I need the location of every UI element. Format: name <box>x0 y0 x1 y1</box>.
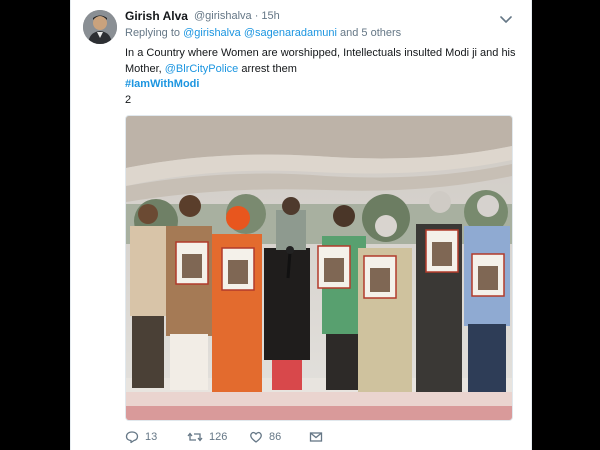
replying-to-label: Replying to <box>125 27 181 39</box>
direct-message-button[interactable] <box>309 428 329 446</box>
tweet-text-line: Mother, @BlrCityPolice arrest them <box>125 63 297 75</box>
reply-handle-link[interactable]: @sagenaradamuni <box>244 27 337 39</box>
chevron-down-icon[interactable] <box>499 12 513 23</box>
avatar[interactable] <box>83 10 117 44</box>
tweet-text-segment: arrest them <box>241 63 297 75</box>
tweet-actions: 13 126 86 <box>125 428 505 446</box>
mention-link[interactable]: @BlrCityPolice <box>165 63 239 75</box>
author-handle-and-time[interactable]: @girishalva · 15h <box>194 10 280 22</box>
hashtag-link[interactable]: #IamWithModi <box>125 78 199 90</box>
like-button[interactable]: 86 <box>249 428 281 446</box>
reply-button[interactable]: 13 <box>125 428 157 446</box>
retweet-icon <box>187 432 203 442</box>
reply-icon <box>125 431 139 444</box>
like-count: 86 <box>269 431 282 443</box>
tweet-card: Girish Alva @girishalva · 15h Replying t… <box>70 0 532 450</box>
envelope-icon <box>309 432 323 442</box>
heart-icon <box>250 431 262 443</box>
replying-to-line: Replying to @girishalva @sagenaradamuni … <box>125 27 401 39</box>
tweet-text-extra: 2 <box>125 94 132 106</box>
retweet-count: 126 <box>209 431 228 443</box>
reply-others-label[interactable]: and 5 others <box>340 27 401 39</box>
reply-count: 13 <box>145 431 158 443</box>
reply-handle-link[interactable]: @girishalva <box>183 27 241 39</box>
tweet-text-segment: Mother, <box>125 63 162 75</box>
tweet-text-line: In a Country where Women are worshipped,… <box>125 47 516 59</box>
author-name[interactable]: Girish Alva <box>125 9 188 23</box>
tweet-photo[interactable] <box>125 115 513 421</box>
retweet-button[interactable]: 126 <box>187 428 227 446</box>
